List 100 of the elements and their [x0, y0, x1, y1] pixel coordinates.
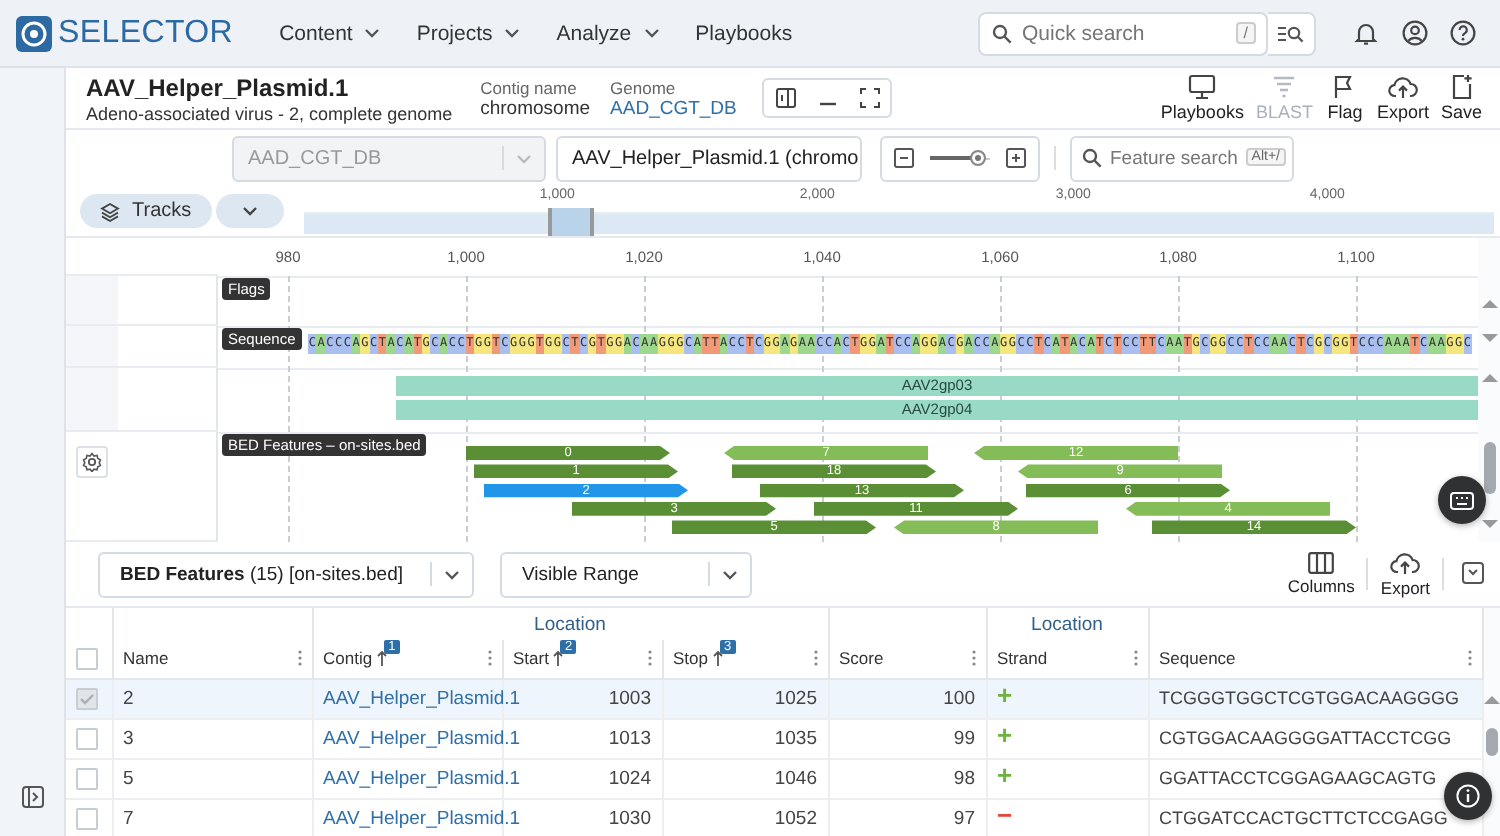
toolbar-button[interactable]: Playbooks	[1154, 74, 1250, 122]
column-header[interactable]: Name	[123, 648, 169, 669]
cloud-upload-icon	[1390, 550, 1421, 576]
caret-icon	[516, 153, 532, 163]
sidebar-toggle-icon[interactable]	[21, 786, 43, 808]
layers-icon	[100, 201, 120, 221]
zoom-out-button[interactable]	[894, 143, 914, 173]
strand-sign: +	[997, 720, 1013, 750]
table-cell: 7	[123, 807, 134, 829]
download-button[interactable]	[1462, 559, 1484, 589]
table-cell: 1046	[774, 767, 817, 789]
caret-icon	[643, 28, 660, 38]
help-icon	[1449, 20, 1475, 46]
nav-menu-item[interactable]: Playbooks	[677, 9, 811, 57]
caret-icon	[364, 28, 381, 38]
table-row[interactable]: 2 AAV_Helper_Plasmid.1 1003 1025 100 + TCGGGTGGCTCGTGGACAAGGGG	[66, 678, 1482, 718]
keyboard-icon	[1450, 491, 1474, 509]
advanced-search-button[interactable]	[1268, 11, 1316, 55]
cloud-upload-icon	[1387, 74, 1418, 100]
bell-icon	[1354, 20, 1378, 46]
sort-arrow-icon[interactable]	[712, 650, 724, 667]
sort-arrow-icon[interactable]	[376, 650, 389, 667]
table-cell: CGTGGACAAGGGGATTACCTCGG	[1159, 728, 1452, 748]
contig-link[interactable]: AAV_Helper_Plasmid.1	[323, 687, 521, 709]
column-header[interactable]: Stop	[673, 648, 708, 669]
checkbox[interactable]	[76, 767, 98, 789]
toolbar-button[interactable]: Export	[1368, 550, 1442, 598]
document-icon	[1449, 74, 1474, 100]
table-cell: GGATTACCTCGGAGAAGCAGTG	[1159, 768, 1437, 788]
contig-link[interactable]: AAV_Helper_Plasmid.1	[323, 807, 521, 829]
toolbar-button[interactable]: Columns	[1275, 552, 1367, 596]
toolbar-button[interactable]: Save	[1434, 74, 1488, 122]
panel-icon	[775, 88, 796, 108]
app-name: SELECTOR	[58, 15, 234, 51]
table-cell: 5	[123, 767, 134, 789]
settings-button[interactable]	[76, 446, 108, 478]
table-cell: 1052	[774, 807, 817, 829]
table-cell: 3	[123, 727, 134, 749]
table-cell: 99	[953, 727, 975, 749]
field-label: Contig name	[480, 77, 579, 97]
strand-sign: +	[997, 760, 1013, 790]
logo-icon	[16, 15, 52, 51]
nav-menu-item[interactable]: Analyze	[538, 9, 678, 57]
plus-icon	[1006, 147, 1026, 167]
checkbox[interactable]	[76, 807, 98, 829]
table-cell: 98	[953, 767, 975, 789]
column-header[interactable]: Score	[839, 648, 884, 669]
zoom-in-button[interactable]	[1006, 143, 1026, 173]
genome-link[interactable]: AAD_CGT_DB	[610, 97, 737, 119]
caret-icon	[722, 569, 738, 579]
contig-link[interactable]: AAV_Helper_Plasmid.1	[323, 767, 521, 789]
user-icon	[1401, 20, 1427, 46]
list-search-icon	[1278, 23, 1304, 43]
scroll-down-icon[interactable]	[1482, 334, 1498, 344]
dropdown[interactable]: BED Features (15) [on-sites.bed]	[98, 551, 474, 597]
zoom-slider[interactable]	[930, 148, 990, 168]
tray-icon	[1462, 561, 1484, 583]
table-row[interactable]: 3 AAV_Helper_Plasmid.1 1013 1035 99 + CGTGGACAAGGGGATTACCTCGG	[66, 718, 1482, 758]
dropdown[interactable]: Visible Range	[500, 551, 752, 597]
minimize-icon	[819, 102, 836, 106]
expand-button[interactable]	[215, 194, 284, 228]
info-icon	[1456, 784, 1480, 808]
scroll-up-icon[interactable]	[1482, 372, 1498, 382]
dropdown[interactable]: AAV_Helper_Plasmid.1 (chromo	[556, 135, 862, 181]
columns-icon	[1308, 552, 1335, 574]
scroll-up-icon[interactable]	[1482, 298, 1498, 308]
settings-icon	[82, 452, 102, 472]
column-header[interactable]: Strand	[997, 648, 1048, 669]
nav-menu-item[interactable]: Content	[261, 9, 399, 57]
monitor-icon	[1188, 74, 1217, 100]
checkbox[interactable]	[76, 647, 98, 670]
fullscreen-icon	[859, 88, 880, 108]
table-cell: 1003	[608, 687, 651, 709]
viewport-window[interactable]	[547, 207, 594, 235]
tracks-button[interactable]: Tracks	[80, 194, 212, 228]
contig-link[interactable]: AAV_Helper_Plasmid.1	[323, 727, 521, 749]
nav-menu-item[interactable]: Projects	[398, 9, 539, 57]
column-header[interactable]: Start	[513, 648, 549, 669]
scroll-down-icon[interactable]	[1482, 520, 1498, 530]
column-group-header: Location	[986, 608, 1148, 640]
scroll-up-icon[interactable]	[1483, 694, 1500, 704]
scrollbar-thumb[interactable]	[1484, 442, 1496, 494]
caret-icon	[444, 569, 460, 579]
strand-sign: +	[997, 680, 1013, 710]
sort-arrow-icon[interactable]	[552, 650, 565, 667]
toolbar-button[interactable]: Export	[1370, 74, 1435, 122]
checkbox[interactable]	[76, 687, 98, 709]
toolbar-button[interactable]: Flag	[1318, 74, 1371, 122]
search-icon	[992, 23, 1012, 43]
strand-sign: −	[997, 800, 1013, 830]
minus-icon	[894, 147, 914, 167]
table-cell: 100	[943, 687, 975, 709]
column-header[interactable]: Contig	[323, 648, 373, 669]
checkbox[interactable]	[76, 727, 98, 749]
table-cell: 2	[123, 687, 134, 709]
scrollbar-thumb[interactable]	[1485, 728, 1498, 756]
funnel-icon	[1272, 74, 1297, 100]
flag-icon	[1332, 74, 1357, 100]
document-title: AAV_Helper_Plasmid.1	[86, 73, 351, 101]
column-header[interactable]: Sequence	[1159, 648, 1236, 669]
